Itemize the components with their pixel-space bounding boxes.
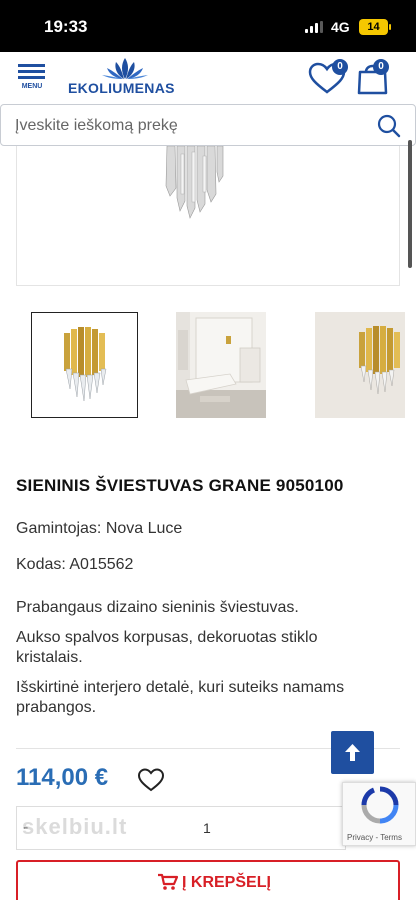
battery-icon: 14 [359, 19, 391, 35]
product-description-line: Aukso spalvos korpusas, dekoruotas stikl… [16, 629, 318, 666]
product-description-line: Išskirtinė interjero detalė, kuri suteik… [16, 679, 345, 716]
status-time: 19:33 [44, 17, 88, 36]
signal-icon [305, 21, 323, 33]
search-icon[interactable] [377, 114, 401, 138]
logo-text: EKOLIUMENAS [68, 80, 175, 96]
quantity-value[interactable]: 1 [203, 820, 211, 836]
product-manufacturer: Gamintojas: Nova Luce [16, 520, 183, 537]
product-description-line: Prabangaus dizaino sieninis šviestuvas. [16, 599, 299, 616]
battery-level: 14 [367, 21, 380, 33]
arrow-up-icon [345, 744, 360, 761]
thumbnail-2[interactable] [176, 312, 266, 418]
network-type: 4G [331, 19, 350, 35]
thumbnail-3[interactable] [315, 312, 405, 418]
scroll-to-top-button[interactable] [331, 731, 374, 774]
add-to-wishlist-heart-icon[interactable] [137, 767, 165, 793]
status-bar: 19:33 4G 14 [0, 0, 416, 52]
scrollbar[interactable] [408, 140, 412, 268]
menu-button[interactable]: MENU [17, 64, 47, 94]
gold-sconce-wall-thumbnail-image [315, 312, 405, 418]
product-main-image[interactable] [16, 145, 400, 286]
wishlist-count-badge: 0 [332, 59, 348, 75]
add-to-cart-button[interactable]: Į KREPŠELĮ [16, 860, 400, 900]
site-header: MENU EKOLIUMENAS 0 0 [0, 52, 416, 102]
thumbnail-1[interactable] [31, 312, 138, 418]
logo[interactable]: EKOLIUMENAS [68, 58, 180, 98]
search-input[interactable] [15, 115, 355, 137]
cart-icon [158, 873, 178, 890]
recaptcha-badge[interactable]: Privacy - Terms [342, 782, 416, 846]
cart-button[interactable]: 0 [355, 59, 395, 96]
product-code: Kodas: A015562 [16, 556, 134, 573]
menu-label: MENU [21, 83, 43, 90]
chandelier-image [165, 145, 224, 219]
cart-count-badge: 0 [373, 59, 389, 75]
watermark: skelbiu.lt [22, 814, 128, 839]
interior-thumbnail-image [176, 312, 266, 418]
search-bar [0, 104, 416, 146]
add-to-cart-label: Į KREPŠELĮ [182, 874, 271, 891]
product-title: SIENINIS ŠVIESTUVAS GRANE 9050100 [16, 476, 344, 495]
gold-sconce-thumbnail-image [64, 327, 107, 402]
lotus-logo-icon [102, 58, 148, 79]
product-price: 114,00 € [16, 764, 109, 791]
recaptcha-links[interactable]: Privacy - Terms [347, 833, 402, 842]
wishlist-button[interactable]: 0 [307, 59, 348, 96]
recaptcha-icon [361, 786, 399, 824]
